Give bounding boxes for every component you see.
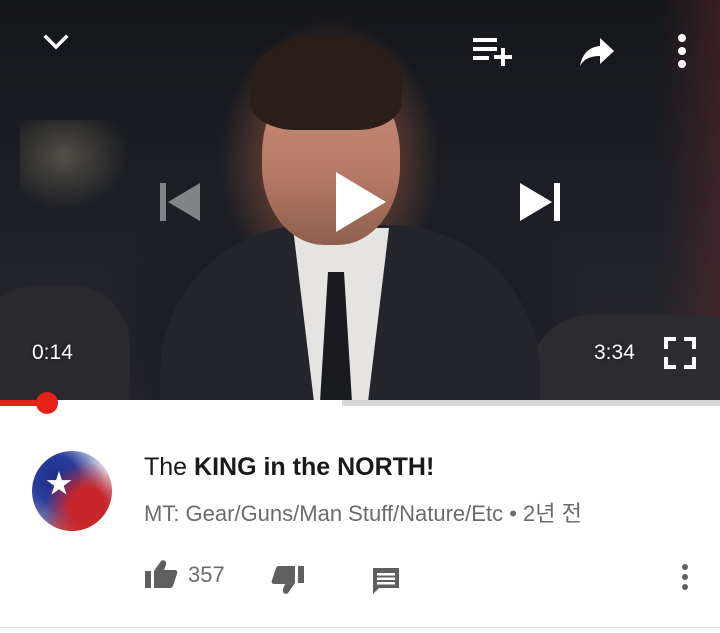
play-icon[interactable] [334, 170, 388, 234]
progress-bar[interactable] [0, 392, 720, 414]
video-title-bold: KING in the NORTH! [194, 453, 435, 481]
duration: 3:34 [594, 341, 635, 364]
thumb-down-icon[interactable] [271, 565, 305, 595]
background-lights [20, 120, 130, 210]
channel-avatar[interactable] [32, 451, 112, 531]
comment-icon[interactable] [371, 566, 401, 596]
more-vert-icon[interactable] [675, 562, 695, 592]
channel-name[interactable]: MT: Gear/Guns/Man Stuff/Nature/Etc [144, 501, 503, 526]
previous-icon[interactable] [158, 181, 202, 223]
add-to-playlist-icon[interactable] [472, 36, 514, 68]
person-hair [250, 35, 402, 130]
avatar-star [46, 471, 72, 495]
chevron-down-icon[interactable] [42, 28, 70, 56]
next-icon[interactable] [518, 181, 562, 223]
video-title-prefix: The [144, 453, 195, 481]
share-icon[interactable] [578, 36, 616, 68]
fullscreen-icon[interactable] [664, 337, 696, 369]
divider [0, 627, 720, 628]
like-count: 357 [188, 562, 225, 587]
video-meta: MT: Gear/Guns/Man Stuff/Nature/Etc • 2년 … [144, 500, 582, 528]
video-player[interactable]: 0:14 3:34 [0, 0, 720, 400]
meta-separator: • [509, 501, 517, 526]
current-time: 0:14 [32, 341, 73, 364]
progress-scrubber-handle[interactable] [35, 392, 58, 414]
video-title: The KING in the NORTH! [144, 452, 434, 482]
thumb-up-icon[interactable] [144, 559, 178, 589]
upload-age: 2년 전 [523, 501, 582, 526]
more-vert-icon[interactable] [672, 32, 692, 70]
